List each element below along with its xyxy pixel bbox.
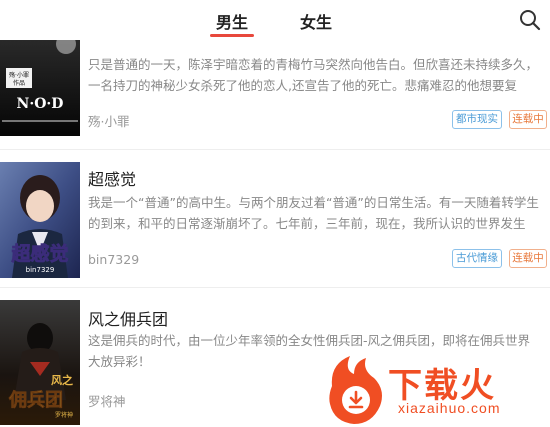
cover-author-text: 罗将神 xyxy=(55,411,73,419)
cover-title-text: 佣兵团 xyxy=(8,389,63,411)
book-description: 只是普通的一天，陈泽宇暗恋着的青梅竹马突然向他告白。但欣喜还未持续多久，一名持刀… xyxy=(88,57,539,93)
book-cover: 殇·小罪 作品 N·O·D xyxy=(0,38,80,136)
book-author: 罗将神 xyxy=(88,394,126,409)
cover-title-text: N·O·D xyxy=(17,96,64,112)
search-icon[interactable] xyxy=(519,9,541,31)
cover-title-small: 风之 xyxy=(51,373,73,387)
tab-female[interactable]: 女生 xyxy=(300,9,332,33)
cover-title-text: 超感觉 xyxy=(10,242,68,265)
book-item[interactable]: 超感觉 bin7329 超感觉 我是一个“普通”的高中生。与两个朋友过着“普通”… xyxy=(0,150,550,285)
cover-author-text: bin7329 xyxy=(26,266,55,274)
genre-tag: 都市现实 xyxy=(452,110,502,129)
top-bar: 男生 女生 xyxy=(0,0,550,40)
status-tag: 连载中 xyxy=(509,249,547,268)
book-author: 殇·小罪 xyxy=(88,114,130,129)
book-title: 超感觉 xyxy=(88,170,137,189)
active-tab-indicator xyxy=(210,34,254,37)
genre-tag: 古代情缘 xyxy=(452,249,502,268)
book-cover: 超感觉 bin7329 xyxy=(0,162,80,278)
cover-author-text: 殇·小罪 xyxy=(9,71,29,79)
watermark-url: xiazaihuo.com xyxy=(398,400,501,416)
book-cover: 风之 佣兵团 罗将神 xyxy=(0,300,80,425)
cover-author-subtext: 作品 xyxy=(13,79,25,87)
status-tag: 连载中 xyxy=(509,110,547,129)
book-title: 风之佣兵团 xyxy=(88,310,169,329)
tab-male[interactable]: 男生 xyxy=(216,9,248,33)
book-description: 我是一个“普通”的高中生。与两个朋友过着“普通”的日常生活。有一天随着转学生的到… xyxy=(88,195,539,231)
book-author: bin7329 xyxy=(88,252,140,267)
